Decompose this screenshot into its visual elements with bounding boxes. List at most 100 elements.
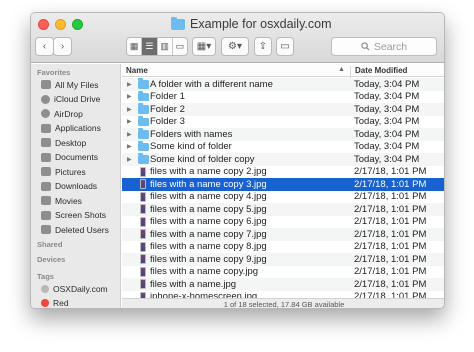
file-row[interactable]: files with a name copy 7.jpg 2/17/18, 1:0… <box>122 228 444 241</box>
sidebar-item-label: Desktop <box>55 137 87 148</box>
file-row[interactable]: ▶ Some kind of folder Today, 3:04 PM <box>122 140 444 154</box>
sidebar-item[interactable]: Downloads <box>41 180 97 193</box>
column-view-button[interactable]: ▥ <box>158 38 173 55</box>
disclosure-triangle-icon[interactable]: ▶ <box>127 131 132 138</box>
search-placeholder: Search <box>373 40 408 53</box>
file-date: Today, 3:04 PM <box>354 128 420 140</box>
sidebar-item[interactable]: Desktop <box>41 136 86 149</box>
sidebar-item[interactable]: Screen Shots <box>41 209 106 222</box>
folder-icon <box>171 16 185 30</box>
file-row[interactable]: files with a name copy 4.jpg 2/17/18, 1:0… <box>122 191 444 204</box>
file-row[interactable]: ▶ A folder with a different name Today, 3:… <box>122 78 444 91</box>
sidebar-item[interactable]: Applications <box>41 122 101 135</box>
file-date: 2/17/18, 1:01 PM <box>354 241 427 253</box>
image-file-icon <box>140 166 146 177</box>
file-name: Some kind of folder <box>150 141 232 153</box>
view-mode-control: ▦ ☰ ▥ ▭ <box>126 37 188 56</box>
column-header: Name ▲ Date Modified <box>122 64 444 78</box>
sidebar-tag[interactable]: Red <box>41 296 69 308</box>
file-row[interactable]: files with a name copy 3.jpg 2/17/18, 1:0… <box>122 178 444 191</box>
shared-header: Shared <box>37 240 63 249</box>
disclosure-triangle-icon[interactable]: ▶ <box>127 106 132 113</box>
sidebar-item-label: Movies <box>55 195 82 206</box>
file-name: Some kind of folder copy <box>150 153 255 165</box>
file-date: Today, 3:04 PM <box>354 103 420 115</box>
file-name: files with a name copy 7.jpg <box>150 228 267 240</box>
sidebar-item[interactable]: AirDrop <box>41 107 83 120</box>
date-column-header[interactable]: Date Modified <box>350 66 407 78</box>
file-row[interactable]: ▶ Folders with names Today, 3:04 PM <box>122 128 444 141</box>
image-file-icon <box>140 204 146 214</box>
sidebar-item[interactable]: Documents <box>41 151 98 164</box>
file-row[interactable]: files with a name copy 2.jpg 2/17/18, 1:0… <box>122 166 444 179</box>
sidebar-item-label: Deleted Users <box>55 224 109 235</box>
image-file-icon <box>140 229 146 239</box>
folder-icon <box>138 153 149 164</box>
back-button[interactable]: ‹ <box>35 37 54 56</box>
icon-view-button[interactable]: ▦ <box>127 38 143 55</box>
disclosure-triangle-icon[interactable]: ▶ <box>127 143 132 150</box>
file-name: Folder 1 <box>150 91 185 103</box>
sidebar-item[interactable]: iCloud Drive <box>41 93 100 106</box>
minimize-button[interactable] <box>55 19 66 30</box>
zoom-button[interactable] <box>72 19 83 30</box>
file-row[interactable]: ▶ Folder 1 Today, 3:04 PM <box>122 90 444 104</box>
downloads-icon <box>41 181 51 191</box>
name-column-header[interactable]: Name <box>126 66 148 75</box>
file-row[interactable]: ▶ Folder 2 Today, 3:04 PM <box>122 103 444 116</box>
file-date: 2/17/18, 1:01 PM <box>354 228 427 240</box>
forward-button[interactable]: › <box>53 37 72 56</box>
sidebar-tag[interactable]: OSXDaily.com <box>41 282 108 295</box>
file-name: files with a name copy 4.jpg <box>150 191 267 203</box>
file-date: 2/17/18, 1:01 PM <box>354 166 427 178</box>
sidebar-item-label: All My Files <box>55 79 99 90</box>
sidebar-item-label: Screen Shots <box>55 210 107 220</box>
file-row[interactable]: files with a name copy 8.jpg 2/17/18, 1:0… <box>122 241 444 254</box>
sidebar-item-label: iCloud Drive <box>54 94 101 104</box>
disclosure-triangle-icon[interactable]: ▶ <box>127 81 132 88</box>
file-name: files with a name copy.jpg <box>150 266 259 278</box>
file-row[interactable]: files with a name copy 5.jpg 2/17/18, 1:0… <box>122 203 444 216</box>
close-button[interactable] <box>38 19 49 30</box>
share-button[interactable]: ⇪ <box>254 37 272 56</box>
sidebar-item-label: Documents <box>55 152 98 162</box>
applications-icon <box>41 123 51 133</box>
sidebar-item[interactable]: Pictures <box>41 165 86 178</box>
file-date: Today, 3:04 PM <box>354 91 420 103</box>
disclosure-triangle-icon[interactable]: ▶ <box>127 118 132 125</box>
disclosure-triangle-icon[interactable]: ▶ <box>127 93 132 100</box>
image-file-icon <box>140 216 146 227</box>
chevron-left-icon: ‹ <box>42 41 47 52</box>
disclosure-triangle-icon[interactable]: ▶ <box>127 156 132 163</box>
tags-button[interactable]: ▭ <box>276 37 294 56</box>
file-name: A folder with a different name <box>150 78 273 90</box>
file-row[interactable]: files with a name copy 6.jpg 2/17/18, 1:0… <box>122 216 444 229</box>
sidebar-item-label: Downloads <box>55 181 98 191</box>
documents-icon <box>41 152 51 162</box>
file-row[interactable]: ▶ Some kind of folder copy Today, 3:04 PM <box>122 153 444 166</box>
file-row[interactable]: files with a name copy 9.jpg 2/17/18, 1:0… <box>122 253 444 266</box>
file-row[interactable]: files with a name.jpg 2/17/18, 1:01 PM <box>122 278 444 291</box>
file-date: Today, 3:04 PM <box>354 153 420 165</box>
list-view-button[interactable]: ☰ <box>142 38 158 55</box>
file-row[interactable]: files with a name copy.jpg 2/17/18, 1:01 … <box>122 266 444 279</box>
image-file-icon <box>140 179 146 189</box>
sidebar-item[interactable]: All My Files <box>41 78 98 91</box>
tags-header: Tags <box>37 272 54 281</box>
cover-flow-button[interactable]: ▭ <box>173 38 187 55</box>
sidebar-item[interactable]: Movies <box>41 194 82 207</box>
folder-icon <box>41 210 51 220</box>
sidebar-item-label: Pictures <box>55 166 86 177</box>
folder-icon <box>138 90 149 101</box>
pictures-icon <box>41 167 51 176</box>
file-name: files with a name copy 2.jpg <box>150 166 267 178</box>
image-file-icon <box>140 279 146 289</box>
all-files-icon <box>41 80 51 89</box>
grid-icon: ▦▾ <box>196 41 212 52</box>
chevron-right-icon: › <box>60 41 65 52</box>
action-button[interactable]: ⚙▾ <box>221 37 249 56</box>
sidebar-item[interactable]: Deleted Users <box>41 223 109 236</box>
search-field[interactable]: Search <box>331 37 437 56</box>
file-row[interactable]: ▶ Folder 3 Today, 3:04 PM <box>122 115 444 129</box>
arrange-button[interactable]: ▦▾ <box>192 37 216 56</box>
